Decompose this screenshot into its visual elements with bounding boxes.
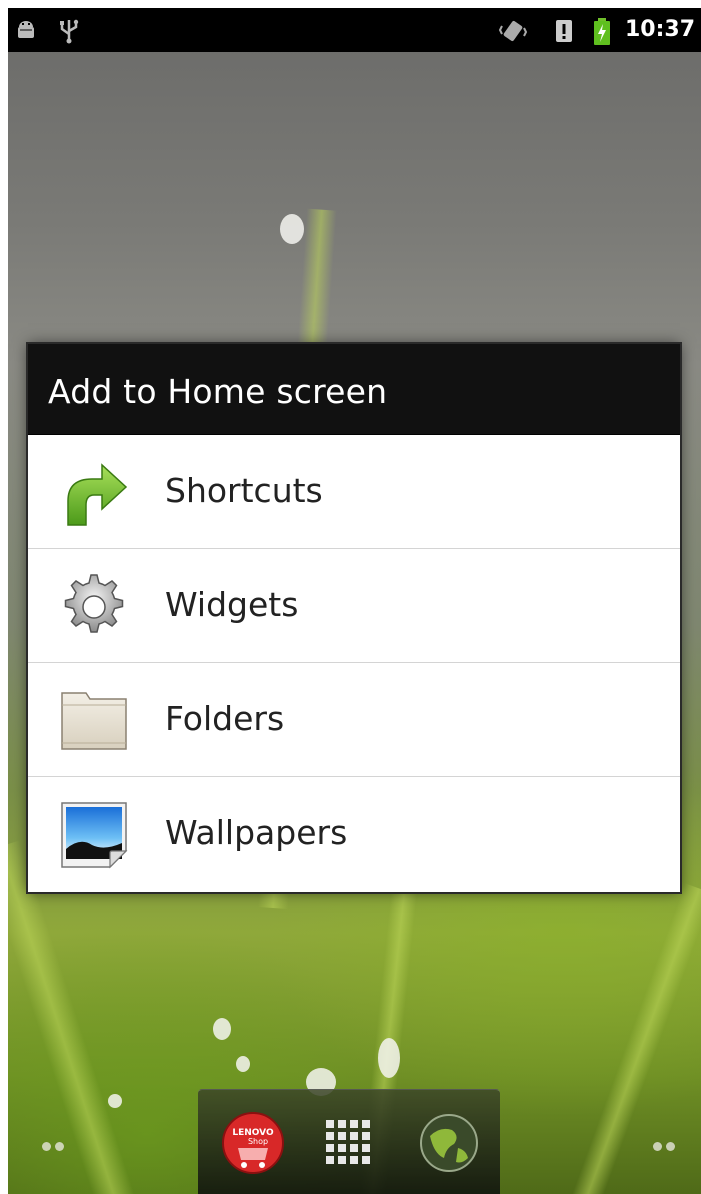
menu-item-wallpapers[interactable]: Wallpapers <box>28 777 680 890</box>
dialog-title: Add to Home screen <box>48 372 388 411</box>
gear-icon <box>64 574 124 633</box>
dock-bar: LENOVO Shop <box>198 1089 500 1194</box>
wallpaper-grass-blade <box>8 840 138 1194</box>
wallpaper-dew-drop <box>236 1056 250 1072</box>
alert-icon <box>556 20 572 42</box>
wallpaper-dew-drop <box>108 1094 122 1108</box>
menu-item-label: Widgets <box>165 585 299 624</box>
lenovo-shop-icon[interactable]: LENOVO Shop <box>220 1110 286 1176</box>
page-indicator-right[interactable] <box>653 1136 679 1155</box>
dialog-header: Add to Home screen <box>28 344 680 435</box>
menu-item-label: Folders <box>165 699 285 738</box>
status-bar-clock: 10:37 <box>624 17 695 42</box>
wallpaper-dew-drop <box>378 1038 400 1078</box>
wallpaper-dew-drop <box>280 214 304 244</box>
shortcut-arrow-icon <box>67 463 128 526</box>
menu-item-label: Wallpapers <box>165 813 348 852</box>
vibrate-icon <box>498 20 528 42</box>
android-debug-icon <box>18 21 34 38</box>
browser-globe-icon[interactable] <box>416 1110 482 1176</box>
menu-item-folders[interactable]: Folders <box>28 663 680 777</box>
wallpaper-grass-blade <box>568 883 701 1194</box>
folder-icon <box>61 692 127 750</box>
svg-text:Shop: Shop <box>248 1137 268 1146</box>
wallpaper-icon <box>61 802 128 869</box>
menu-item-label: Shortcuts <box>165 471 323 510</box>
app-drawer-grid-icon[interactable] <box>316 1110 382 1176</box>
wallpaper-dew-drop <box>213 1018 231 1040</box>
menu-item-shortcuts[interactable]: Shortcuts <box>28 435 680 549</box>
battery-charging-icon <box>594 18 610 45</box>
usb-icon <box>60 19 79 44</box>
add-to-home-screen-dialog: Add to Home screen Shortcuts Widgets Fol… <box>28 344 680 892</box>
page-indicator-left[interactable] <box>42 1136 68 1155</box>
status-bar: 10:37 <box>8 8 701 52</box>
menu-item-widgets[interactable]: Widgets <box>28 549 680 663</box>
